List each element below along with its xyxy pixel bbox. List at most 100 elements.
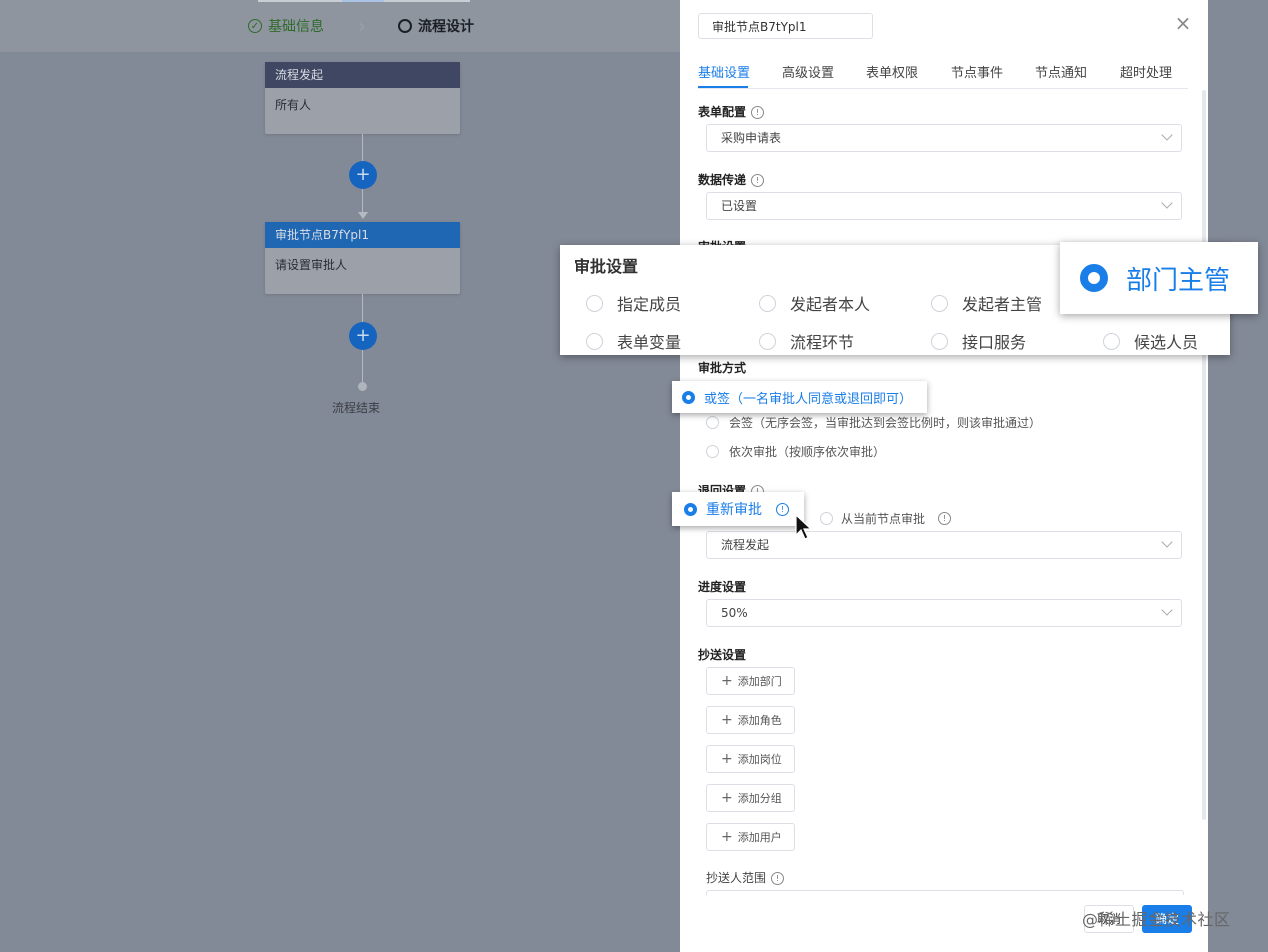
chevron-right-icon: › <box>358 14 366 38</box>
approver-option[interactable]: 指定成员 <box>586 291 681 315</box>
chevron-down-icon <box>1161 129 1173 141</box>
radio-label: 会签（无序会签，当审批达到会签比例时，则该审批通过） <box>729 416 1042 430</box>
add-node-button[interactable]: + <box>349 161 377 189</box>
plus-icon: + <box>721 790 733 806</box>
node-body: 请设置审批人 <box>275 258 348 272</box>
cc-scope-select[interactable] <box>706 890 1184 895</box>
reject-reapprove[interactable]: 重新审批 ! <box>672 492 804 526</box>
info-icon: ! <box>771 872 785 885</box>
info-icon: ! <box>751 106 765 119</box>
radio-label: 重新审批 <box>706 502 762 518</box>
approver-option[interactable]: 发起者本人 <box>759 291 870 315</box>
radio-icon <box>759 332 776 350</box>
radio-selected-icon <box>1080 264 1108 292</box>
tab-node-notify[interactable]: 节点通知 <box>1035 62 1087 81</box>
approve-mode-or-sign[interactable]: 或签（一名审批人同意或退回即可） <box>672 381 927 413</box>
tab-indicator-active <box>342 0 384 2</box>
flow-node-approve[interactable]: 审批节点B7fYpl1 请设置审批人 <box>265 222 460 294</box>
connector-line <box>362 294 363 322</box>
radio-icon <box>1103 332 1120 350</box>
tab-advanced[interactable]: 高级设置 <box>782 62 834 81</box>
approver-option[interactable]: 接口服务 <box>931 329 1026 353</box>
node-name-input[interactable]: 审批节点B7tYpl1 <box>698 13 873 39</box>
circle-icon <box>398 19 412 33</box>
data-pass-select[interactable]: 已设置 <box>706 192 1182 220</box>
approver-option[interactable]: 表单变量 <box>586 329 681 353</box>
chevron-down-icon <box>1161 197 1173 209</box>
add-role-button[interactable]: + 添加角色 <box>706 706 795 734</box>
add-department-button[interactable]: + 添加部门 <box>706 667 795 695</box>
add-user-button[interactable]: + 添加用户 <box>706 823 795 851</box>
reject-target-select[interactable]: 流程发起 <box>706 531 1182 559</box>
radio-icon <box>931 294 948 312</box>
chevron-down-icon <box>1161 536 1173 548</box>
end-dot <box>358 382 367 391</box>
add-position-button[interactable]: + 添加岗位 <box>706 745 795 773</box>
step-flow-design[interactable]: 流程设计 <box>398 16 474 36</box>
cc-scope-label: 抄送人范围! <box>706 869 785 886</box>
radio-label: 或签（一名审批人同意或退回即可） <box>704 391 913 407</box>
plus-icon: + <box>721 751 733 767</box>
chevron-down-icon <box>1161 604 1173 616</box>
tab-node-events[interactable]: 节点事件 <box>951 62 1003 81</box>
tab-indicator <box>384 0 470 2</box>
connector-line <box>362 189 363 212</box>
info-icon: ! <box>751 174 765 187</box>
close-icon[interactable]: × <box>1174 13 1192 33</box>
tab-active-indicator <box>698 86 748 88</box>
steps-bar <box>0 0 680 52</box>
plus-icon: + <box>721 712 733 728</box>
form-config-select[interactable]: 采购申请表 <box>706 124 1182 152</box>
approver-option[interactable]: 发起者主管 <box>931 291 1042 315</box>
dept-manager-callout[interactable]: 部门主管 <box>1060 242 1258 314</box>
tab-basic[interactable]: 基础设置 <box>698 62 750 81</box>
add-node-button[interactable]: + <box>349 322 377 350</box>
radio-icon <box>586 332 603 350</box>
callout-title: 审批设置 <box>574 257 639 276</box>
flow-node-start[interactable]: 流程发起 所有人 <box>265 62 460 134</box>
end-label: 流程结束 <box>332 401 381 415</box>
drawer-scrollbar[interactable] <box>1202 90 1206 820</box>
approve-mode-countersign[interactable]: 会签（无序会签，当审批达到会签比例时，则该审批通过） <box>706 414 1041 431</box>
info-icon: ! <box>776 502 789 516</box>
data-pass-label: 数据传递! <box>698 171 765 188</box>
progress-select[interactable]: 50% <box>706 599 1182 627</box>
radio-icon <box>759 294 776 312</box>
approver-option[interactable]: 流程环节 <box>759 329 854 353</box>
info-icon: ! <box>938 512 952 525</box>
tab-timeout[interactable]: 超时处理 <box>1120 62 1172 81</box>
tab-indicator <box>258 0 342 2</box>
radio-icon <box>706 445 719 458</box>
approver-option[interactable]: 候选人员 <box>1103 329 1198 353</box>
watermark: @稀土掘金技术社区 <box>1082 910 1231 929</box>
form-config-label: 表单配置! <box>698 103 765 120</box>
settings-tabs: 基础设置 高级设置 表单权限 节点事件 节点通知 超时处理 <box>698 62 1188 89</box>
step-design-label: 流程设计 <box>418 19 474 35</box>
node-title: 流程发起 <box>265 62 460 88</box>
radio-icon <box>586 294 603 312</box>
tab-form-permission[interactable]: 表单权限 <box>866 62 918 81</box>
step-basic-info[interactable]: ✓ 基础信息 <box>248 16 324 36</box>
add-group-button[interactable]: + 添加分组 <box>706 784 795 812</box>
radio-label: 依次审批（按顺序依次审批） <box>729 445 886 459</box>
approve-mode-label: 审批方式 <box>698 361 747 375</box>
node-body: 所有人 <box>275 98 312 112</box>
mouse-cursor-icon <box>795 514 813 540</box>
cc-setting-label: 抄送设置 <box>698 648 747 662</box>
dept-manager-label: 部门主管 <box>1126 265 1231 296</box>
radio-icon <box>931 332 948 350</box>
connector-line <box>362 134 363 161</box>
radio-icon <box>820 512 833 525</box>
radio-selected-icon <box>682 390 695 404</box>
radio-selected-icon <box>684 502 697 516</box>
step-basic-label: 基础信息 <box>268 19 324 35</box>
arrow-down-icon <box>358 212 368 219</box>
plus-icon: + <box>721 829 733 845</box>
approve-mode-sequential[interactable]: 依次审批（按顺序依次审批） <box>706 443 885 460</box>
radio-label: 从当前节点审批 <box>841 512 926 526</box>
reject-from-current[interactable]: 从当前节点审批 ! <box>820 510 952 527</box>
connector-line <box>362 350 363 382</box>
check-circle-icon: ✓ <box>248 19 262 33</box>
progress-label: 进度设置 <box>698 580 747 594</box>
plus-icon: + <box>721 673 733 689</box>
